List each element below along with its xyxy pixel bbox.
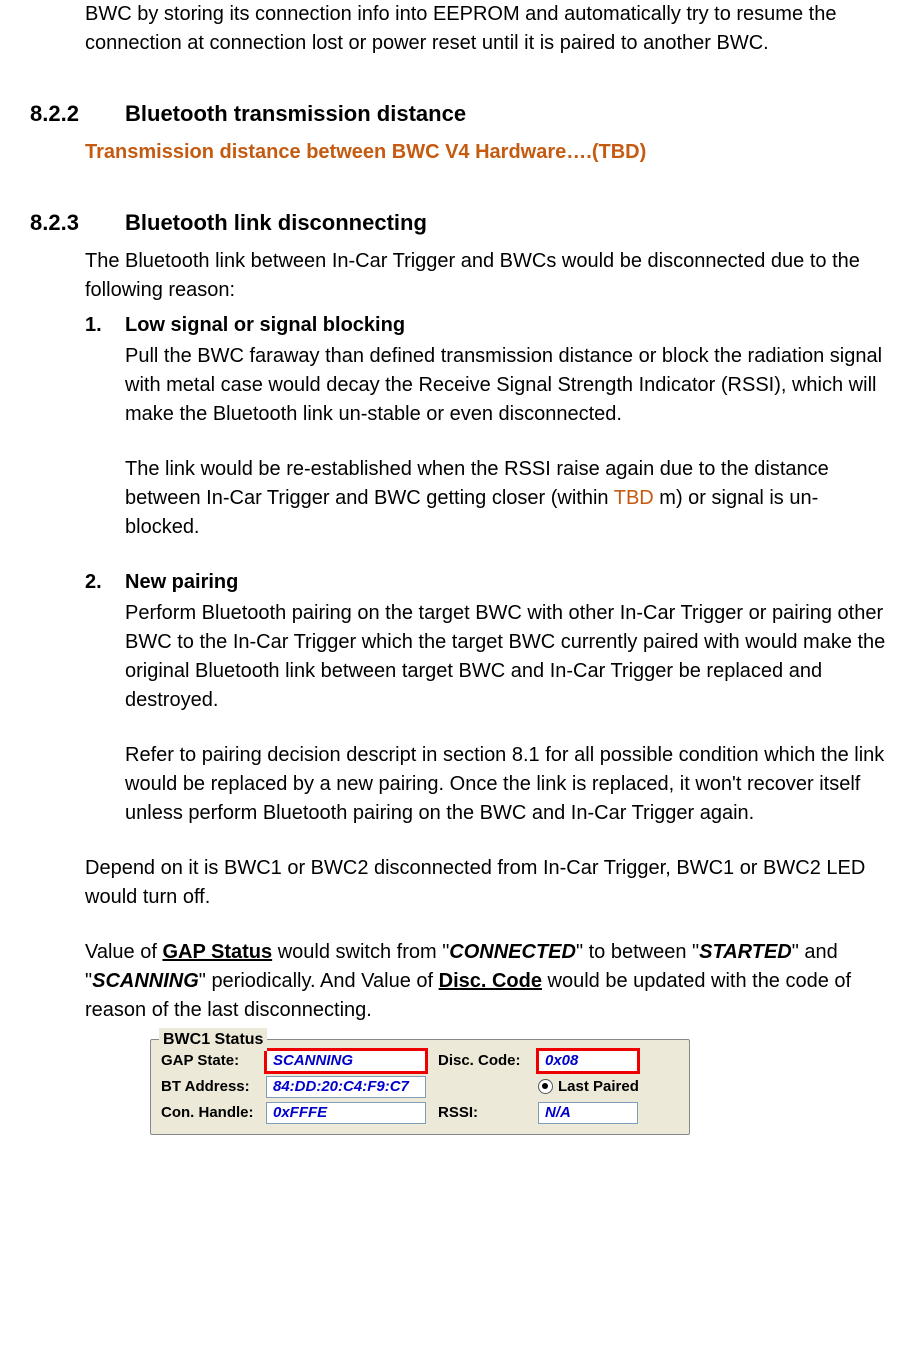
rssi-label: RSSI:: [438, 1102, 538, 1124]
heading-title: Bluetooth link disconnecting: [125, 210, 427, 235]
connected-term: CONNECTED: [449, 941, 576, 963]
disc-code-term: Disc. Code: [439, 970, 542, 992]
status-row-gap: GAP State: SCANNING Disc. Code: 0x08: [161, 1050, 679, 1072]
heading-number: 8.2.2: [30, 98, 125, 130]
status-fieldset: BWC1 Status GAP State: SCANNING Disc. Co…: [150, 1039, 690, 1135]
last-paired-radio[interactable]: [538, 1079, 553, 1094]
list-body-2a: Perform Bluetooth pairing on the target …: [125, 599, 891, 715]
text-part: " to between ": [576, 941, 699, 963]
tbd-note: Transmission distance between BWC V4 Har…: [85, 138, 891, 167]
bt-address-label: BT Address:: [161, 1076, 266, 1098]
status-row-bt: BT Address: 84:DD:20:C4:F9:C7 Last Paire…: [161, 1076, 679, 1098]
list-item-2: 2.New pairing: [85, 568, 891, 597]
disc-code-label: Disc. Code:: [438, 1050, 538, 1072]
started-term: STARTED: [699, 941, 792, 963]
status-row-con: Con. Handle: 0xFFFE RSSI: N/A: [161, 1102, 679, 1124]
heading-8-2-3: 8.2.3Bluetooth link disconnecting: [30, 207, 891, 239]
list-number: 1.: [85, 311, 125, 340]
list-body-1b: The link would be re-established when th…: [125, 455, 891, 542]
con-handle-value: 0xFFFE: [266, 1102, 426, 1124]
list-title: Low signal or signal blocking: [125, 314, 405, 336]
after-paragraph-2: Value of GAP Status would switch from "C…: [85, 938, 891, 1025]
heading-number: 8.2.3: [30, 207, 125, 239]
rssi-value: N/A: [538, 1102, 638, 1124]
list-number: 2.: [85, 568, 125, 597]
last-paired-label: Last Paired: [558, 1076, 639, 1098]
list-title: New pairing: [125, 571, 238, 593]
gap-state-label: GAP State:: [161, 1050, 266, 1072]
scanning-term: SCANNING: [92, 970, 199, 992]
heading-8-2-2: 8.2.2Bluetooth transmission distance: [30, 98, 891, 130]
text-part: " periodically. And Value of: [199, 970, 439, 992]
text-part: Value of: [85, 941, 162, 963]
intro-tail-paragraph: BWC by storing its connection info into …: [85, 0, 891, 58]
text-part: would switch from ": [272, 941, 449, 963]
con-handle-label: Con. Handle:: [161, 1102, 266, 1124]
disc-code-value: 0x08: [538, 1050, 638, 1072]
lead-paragraph: The Bluetooth link between In-Car Trigge…: [85, 247, 891, 305]
heading-title: Bluetooth transmission distance: [125, 101, 466, 126]
gap-state-value: SCANNING: [266, 1050, 426, 1072]
bwc1-status-panel: BWC1 Status GAP State: SCANNING Disc. Co…: [150, 1039, 690, 1135]
after-paragraph-1: Depend on it is BWC1 or BWC2 disconnecte…: [85, 854, 891, 912]
list-body-2b: Refer to pairing decision descript in se…: [125, 741, 891, 828]
status-legend: BWC1 Status: [159, 1028, 267, 1051]
list-body-1a: Pull the BWC faraway than defined transm…: [125, 342, 891, 429]
bt-address-value: 84:DD:20:C4:F9:C7: [266, 1076, 426, 1098]
list-item-1: 1.Low signal or signal blocking: [85, 311, 891, 340]
tbd-inline: TBD: [614, 487, 654, 509]
gap-status-term: GAP Status: [162, 941, 272, 963]
